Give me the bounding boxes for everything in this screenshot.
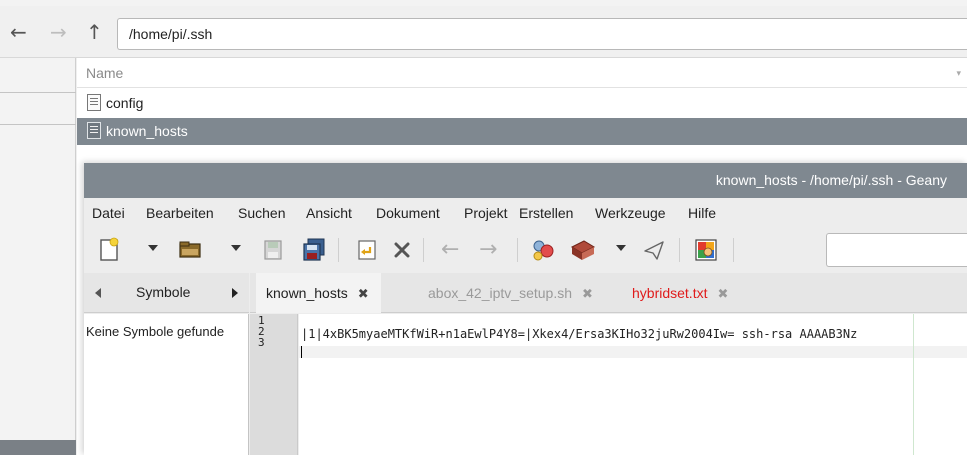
save-icon[interactable] [262,238,284,262]
search-input[interactable] [826,233,967,267]
menu-datei[interactable]: Datei [92,205,125,221]
symbols-panel: Keine Symbole gefunde [84,314,249,455]
revert-icon[interactable] [356,238,380,262]
build-icon[interactable] [569,238,597,262]
menu-hilfe[interactable]: Hilfe [688,205,716,221]
close-file-icon[interactable] [392,240,412,260]
editor-area: known_hosts ✖ abox_42_iptv_setup.sh ✖ hybr… [250,273,967,455]
tab-label: abox_42_iptv_setup.sh [428,285,572,301]
open-file-icon[interactable] [178,240,204,260]
tab-label: known_hosts [266,285,348,301]
long-line-marker [913,314,914,455]
sidebar-divider [0,124,76,125]
save-all-icon[interactable] [302,237,326,263]
line-number: 3 [258,336,265,349]
parent-folder-icon[interactable]: ↑ [86,22,103,42]
symbols-sidebar: Symbole Keine Symbole gefunde [84,273,249,455]
open-file-dropdown-icon[interactable] [231,245,241,251]
column-header-name[interactable]: Name ▾ [77,58,967,88]
tab-symbole[interactable]: Symbole [136,284,190,300]
file-row-known-hosts[interactable]: known_hosts [77,118,967,145]
menu-werkzeuge[interactable]: Werkzeuge [595,205,666,221]
sidebar-bottom-bar [0,440,76,455]
tab-abox-iptv-setup[interactable]: abox_42_iptv_setup.sh ✖ [428,273,593,313]
menu-bar: Datei Bearbeiten Suchen Ansicht Dokument… [84,198,967,228]
menu-ansicht[interactable]: Ansicht [306,205,352,221]
new-file-icon[interactable] [98,237,120,263]
tab-hybridset[interactable]: hybridset.txt ✖ [632,273,728,313]
file-manager-sidebar [0,58,76,455]
toolbar-separator [679,238,680,262]
document-tabs: known_hosts ✖ abox_42_iptv_setup.sh ✖ hybr… [250,273,967,313]
build-dropdown-icon[interactable] [616,245,626,251]
tab-close-icon[interactable]: ✖ [358,287,369,302]
line-number-gutter: 1 2 3 [250,314,298,455]
menu-projekt[interactable]: Projekt [464,205,508,221]
sidebar-tabs: Symbole [84,273,249,313]
tab-close-icon[interactable]: ✖ [717,287,728,302]
forward-arrow-icon[interactable]: → [50,22,67,42]
menu-erstellen[interactable]: Erstellen [519,205,573,221]
color-picker-icon[interactable] [693,237,719,263]
navigate-back-icon[interactable]: ← [441,237,459,262]
geany-window: known_hosts - /home/pi/.ssh - Geany Date… [84,163,967,455]
menu-dokument[interactable]: Dokument [376,205,440,221]
no-symbols-message: Keine Symbole gefunde [86,324,225,339]
file-row-config[interactable]: config [77,90,967,117]
tab-close-icon[interactable]: ✖ [582,287,593,302]
code-line-2: |1|4xBK5myaeMTKfWiR+n1aEwlP4Y8=|Xkex4/Er… [301,327,858,341]
geany-titlebar[interactable]: known_hosts - /home/pi/.ssh - Geany [84,163,967,198]
column-header-label: Name [86,65,124,81]
toolbar-separator [517,238,518,262]
menu-bearbeiten[interactable]: Bearbeiten [146,205,214,221]
file-manager-toolbar: ← → ↑ /home/pi/.ssh [0,6,967,58]
text-cursor [301,346,302,358]
sidebar-divider [0,92,76,93]
code-editor[interactable]: |1|4xBK5myaeMTKfWiR+n1aEwlP4Y8=|Xkex4/Er… [299,314,967,455]
compile-icon[interactable] [529,237,557,263]
execute-icon[interactable] [641,238,667,262]
sidebar-scroll-left-icon[interactable] [95,288,101,298]
toolbar-separator [338,238,339,262]
toolbar-separator [423,238,424,262]
sort-indicator-icon: ▾ [956,68,961,78]
sidebar-scroll-right-icon[interactable] [232,288,238,298]
toolbar-separator [733,238,734,262]
text-file-icon [87,93,101,111]
back-arrow-icon[interactable]: ← [10,22,27,42]
navigate-forward-icon[interactable]: → [479,237,497,262]
current-line-highlight [299,346,967,358]
file-name: config [106,95,144,111]
text-file-icon [87,121,101,139]
tab-label: hybridset.txt [632,285,708,301]
file-name: known_hosts [106,123,188,139]
path-input[interactable]: /home/pi/.ssh [117,18,967,50]
tab-known-hosts[interactable]: known_hosts ✖ [256,273,381,313]
menu-suchen[interactable]: Suchen [238,205,285,221]
new-file-dropdown-icon[interactable] [148,245,158,251]
